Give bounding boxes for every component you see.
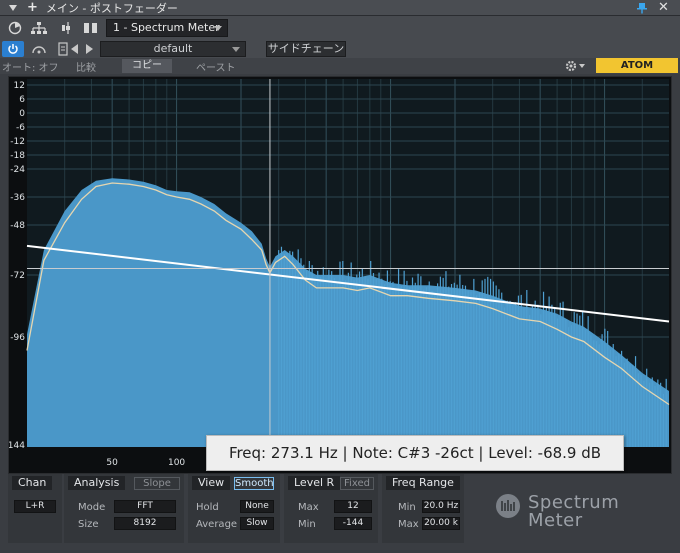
level-max-label: Max	[298, 502, 319, 513]
presonus-logo-icon	[496, 494, 520, 518]
mode-label: Mode	[78, 502, 106, 513]
collapse-arrow-icon[interactable]	[9, 4, 17, 11]
view-group: View Smooth Hold None Average Slow	[188, 474, 280, 543]
x-tick-label: 100	[168, 458, 185, 468]
level-min-label: Min	[298, 519, 316, 530]
y-tick-label: -12	[10, 137, 25, 147]
power-icon	[8, 44, 18, 54]
atom-button[interactable]: ATOM	[596, 58, 678, 73]
x-tick-label: 50	[106, 458, 118, 468]
mode-select[interactable]: FFT	[114, 500, 176, 513]
smooth-toggle[interactable]: Smooth	[234, 477, 274, 490]
plugin-selector-label: 1 - Spectrum Meter	[113, 21, 220, 34]
y-tick-label: -6	[16, 123, 25, 133]
analysis-title: Analysis	[68, 476, 126, 490]
size-select[interactable]: 8192	[114, 517, 176, 530]
level-min-field[interactable]: -144	[334, 517, 372, 530]
prev-preset-icon[interactable]	[68, 40, 82, 58]
size-label: Size	[78, 519, 99, 530]
control-panel: Chan L+R Analysis Slope Mode FFT Size 81…	[0, 474, 680, 553]
chan-group: Chan L+R	[8, 474, 62, 543]
spectrum-plot[interactable]: 1260-6-12-18-24-36-48-72-96-144501002005…	[9, 77, 671, 473]
level-group: Level R Fixed Max 12 Min -144	[284, 474, 378, 543]
preset-selector-label: default	[153, 42, 193, 55]
y-tick-label: -72	[10, 271, 25, 281]
freq-range-group: Freq Range Min 20.0 Hz Max 20.00 k	[382, 474, 464, 543]
y-tick-label: 12	[14, 81, 25, 91]
hold-label: Hold	[196, 502, 219, 513]
freq-min-label: Min	[398, 502, 416, 513]
preset-selector[interactable]: default	[100, 41, 246, 57]
y-tick-label: -48	[10, 221, 25, 231]
y-tick-label: 0	[19, 109, 25, 119]
auto-mode-button[interactable]: オート: オフ	[2, 59, 59, 74]
automation-icon[interactable]	[28, 40, 50, 58]
freq-max-label: Max	[398, 519, 419, 530]
hold-select[interactable]: None	[240, 500, 274, 513]
chevron-down-icon	[214, 26, 222, 31]
routing-icon[interactable]	[28, 18, 50, 38]
logo-line-2: Meter	[528, 510, 583, 531]
chevron-down-icon	[232, 47, 240, 52]
y-tick-label: -18	[10, 151, 25, 161]
view-title: View	[192, 476, 231, 490]
slope-toggle[interactable]: Slope	[134, 477, 180, 490]
plugin-selector[interactable]: 1 - Spectrum Meter	[106, 19, 228, 37]
title-bar: + メイン - ポストフェーダー ✕	[0, 0, 680, 16]
io-icon[interactable]	[80, 18, 102, 38]
spectrum-display[interactable]: 1260-6-12-18-24-36-48-72-96-144501002005…	[8, 76, 672, 474]
level-title: Level R	[288, 476, 341, 490]
copy-button[interactable]: コピー	[122, 59, 172, 73]
chan-select[interactable]: L+R	[14, 500, 56, 513]
paste-button[interactable]: ペースト	[196, 59, 236, 74]
y-tick-label: -36	[10, 193, 25, 203]
y-tick-label: -144	[9, 441, 25, 451]
logo-text: Spectrum Meter	[528, 494, 619, 530]
close-icon[interactable]: ✕	[658, 0, 669, 16]
window-title: メイン - ポストフェーダー	[45, 1, 178, 15]
analysis-group: Analysis Slope Mode FFT Size 8192	[64, 474, 184, 543]
add-icon[interactable]: +	[27, 0, 38, 15]
preset-toolbar: default サイドチェーン	[0, 40, 680, 58]
freq-max-field[interactable]: 20.00 k	[422, 517, 460, 530]
freq-min-field[interactable]: 20.0 Hz	[422, 500, 460, 513]
plugin-logo: Spectrum Meter	[476, 478, 672, 536]
plugin-toolbar: 1 - Spectrum Meter	[0, 16, 680, 40]
next-preset-icon[interactable]	[82, 40, 96, 58]
fixed-toggle[interactable]: Fixed	[340, 477, 374, 490]
average-label: Average	[196, 519, 238, 530]
y-tick-label: -24	[10, 165, 25, 175]
meter-icon[interactable]	[4, 18, 26, 38]
compare-button[interactable]: 比較	[76, 59, 96, 74]
pin-icon[interactable]	[636, 2, 648, 14]
automation-toolbar: オート: オフ 比較 コピー ペースト ATOM	[0, 58, 680, 74]
chan-title: Chan	[12, 476, 53, 490]
sidechain-button[interactable]: サイドチェーン	[266, 41, 346, 57]
y-tick-label: 6	[19, 95, 25, 105]
y-tick-label: -96	[10, 333, 25, 343]
power-button[interactable]	[2, 41, 24, 57]
gear-icon[interactable]	[562, 58, 588, 74]
channel-icon[interactable]	[58, 18, 80, 38]
freq-range-title: Freq Range	[386, 476, 460, 490]
cursor-readout: Freq: 273.1 Hz | Note: C#3 -26ct | Level…	[206, 435, 624, 471]
level-max-field[interactable]: 12	[334, 500, 372, 513]
average-select[interactable]: Slow	[240, 517, 274, 530]
